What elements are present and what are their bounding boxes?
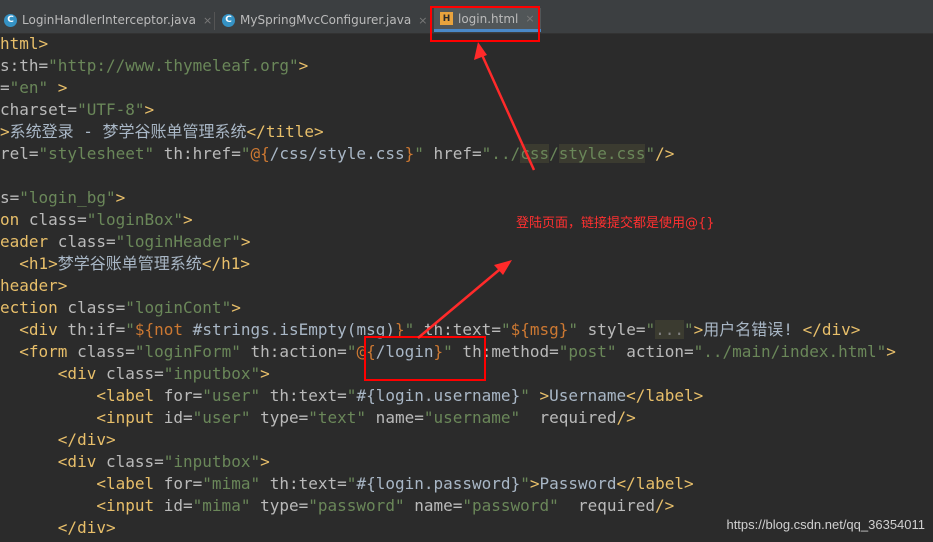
arrowhead-icon [474,42,487,60]
watermark: https://blog.csdn.net/qq_36354011 [726,517,925,532]
annotation-arrows [417,42,536,339]
arrow-to-action [417,264,506,339]
annotation-text: 登陆页面，链接提交都是使用@{} [516,216,715,231]
arrow-to-tab [476,45,536,171]
